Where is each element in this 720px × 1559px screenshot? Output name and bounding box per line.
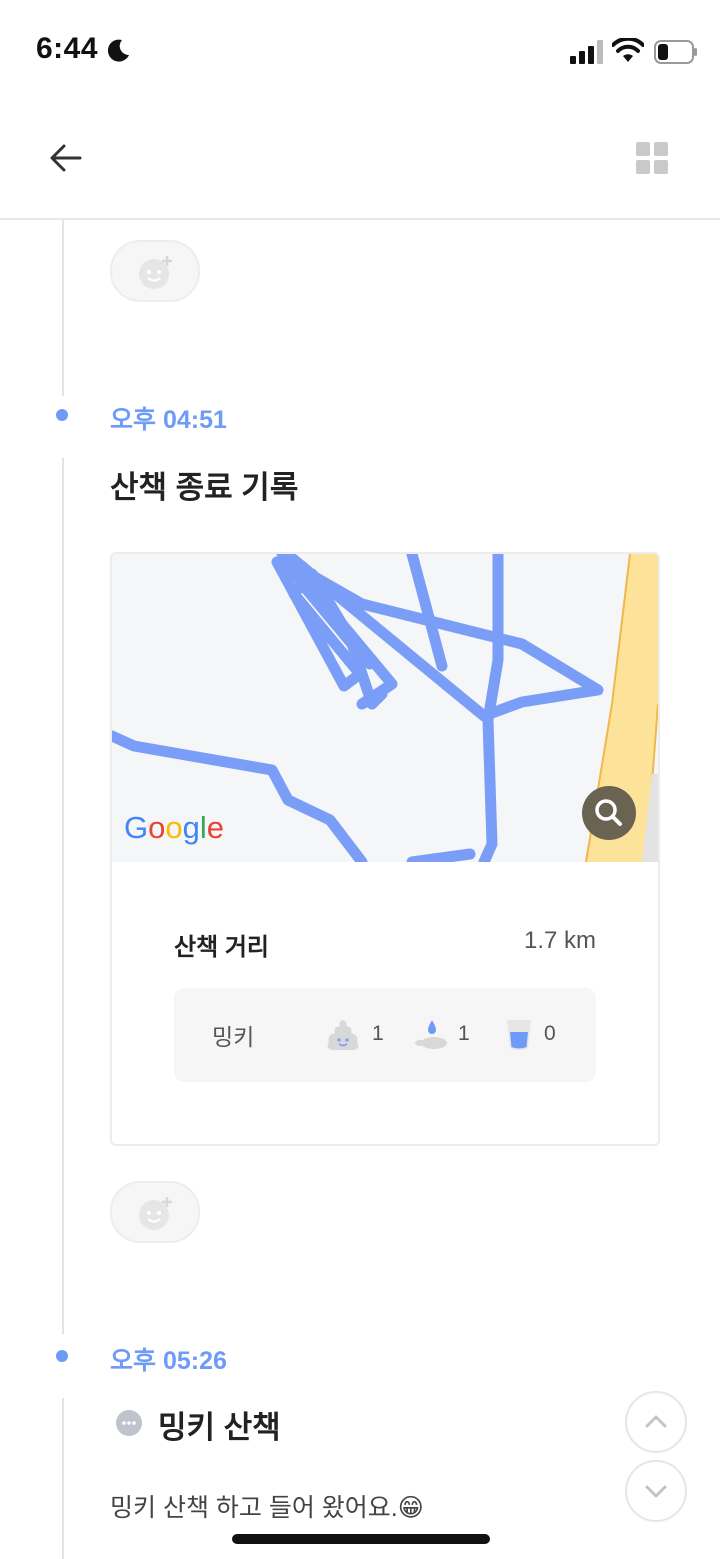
timeline-line <box>62 220 64 396</box>
search-icon <box>595 799 622 826</box>
distance-label: 산책 거리 <box>174 934 269 961</box>
entry-title: 산책 종료 기록 <box>110 470 299 505</box>
pet-stats-box: 밍키 1 1 0 <box>174 988 596 1082</box>
back-arrow-icon[interactable] <box>44 138 88 178</box>
app-header <box>0 92 720 220</box>
add-reaction-icon <box>139 1197 172 1230</box>
cell-signal-icon <box>570 40 603 64</box>
chevron-down-icon <box>645 1485 667 1498</box>
google-logo: Google <box>124 810 225 845</box>
chat-bubble-icon <box>116 1410 142 1436</box>
battery-icon <box>654 40 697 64</box>
status-time: 6:44 <box>36 32 99 65</box>
timeline-line <box>62 1398 64 1559</box>
route-map[interactable]: Google <box>112 554 658 862</box>
timeline-line <box>62 458 64 1334</box>
entry-title: 밍키 산책 <box>158 1410 281 1445</box>
scroll-up-button[interactable] <box>625 1391 687 1453</box>
pee-icon <box>415 1020 447 1049</box>
grid-icon[interactable] <box>634 140 670 176</box>
chevron-up-icon <box>645 1415 667 1428</box>
home-indicator[interactable] <box>232 1534 490 1544</box>
entry-body: 밍키 산책 하고 들어 왔어요.😁 <box>110 1494 424 1522</box>
add-reaction-button[interactable] <box>110 1181 200 1243</box>
moon-icon <box>107 39 129 62</box>
entry-time: 오후 04:51 <box>110 406 227 434</box>
walk-record-card[interactable]: Google 산책 거리 1.7 km 밍키 1 1 0 <box>110 552 660 1146</box>
map-zoom-button[interactable] <box>582 786 636 840</box>
pee-count: 1 <box>458 1022 470 1045</box>
add-reaction-icon <box>139 256 172 289</box>
timeline-dot <box>56 409 68 421</box>
scroll-down-button[interactable] <box>625 1460 687 1522</box>
water-count: 0 <box>544 1022 556 1045</box>
pet-name: 밍키 <box>212 1024 255 1050</box>
timeline-dot <box>56 1350 68 1362</box>
poop-count: 1 <box>372 1022 384 1045</box>
entry-time: 오후 05:26 <box>110 1347 227 1375</box>
distance-value: 1.7 km <box>523 927 596 954</box>
water-cup-icon <box>507 1020 531 1050</box>
add-reaction-button[interactable] <box>110 240 200 302</box>
poop-icon <box>327 1020 359 1050</box>
wifi-icon <box>612 38 644 62</box>
